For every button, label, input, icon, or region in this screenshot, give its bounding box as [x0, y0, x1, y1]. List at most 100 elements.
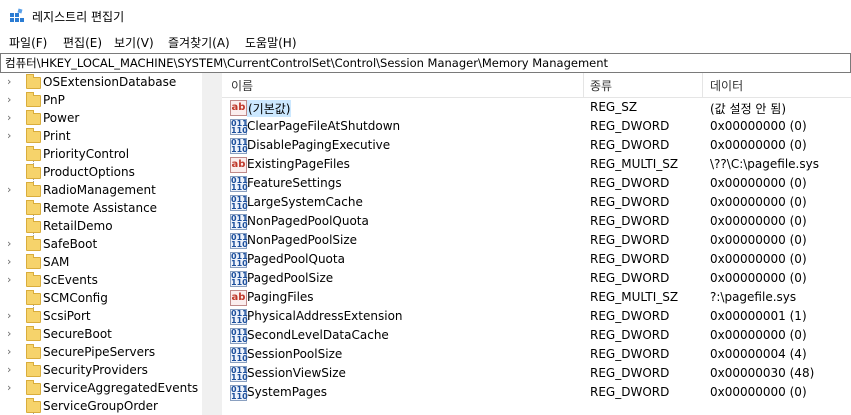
- chevron-right-icon[interactable]: ›: [7, 381, 11, 394]
- column-divider[interactable]: [702, 73, 703, 97]
- value-row[interactable]: 011 110 NonPagedPoolQuota REG_DWORD 0x000000…: [222, 212, 851, 231]
- value-row[interactable]: 011 110 PhysicalAddressExtension REG_DWORD 0…: [222, 307, 851, 326]
- folder-icon: [26, 128, 41, 143]
- value-name: SecondLevelDataCache: [247, 328, 389, 342]
- tree-item[interactable]: › PnP: [0, 92, 202, 110]
- value-row[interactable]: 011 110 DisablePagingExecutive REG_DWORD 0x0…: [222, 136, 851, 155]
- menu-view[interactable]: 보기(V): [114, 34, 154, 51]
- chevron-right-icon[interactable]: ›: [7, 363, 11, 376]
- value-data: 0x00000000 (0): [710, 176, 807, 190]
- chevron-right-icon[interactable]: ›: [7, 345, 11, 358]
- binary-value-icon: 011 110: [230, 119, 248, 135]
- value-name: ClearPageFileAtShutdown: [247, 119, 401, 133]
- chevron-right-icon[interactable]: ›: [7, 93, 11, 106]
- tree-item[interactable]: › ScsiPort: [0, 308, 202, 326]
- tree-item-label: ScEvents: [43, 273, 98, 287]
- tree-item[interactable]: Remote Assistance: [0, 200, 202, 218]
- tree-item[interactable]: › SAM: [0, 254, 202, 272]
- chevron-right-icon[interactable]: ›: [7, 129, 11, 142]
- value-row[interactable]: ab (기본값) REG_SZ (값 설정 안 됨): [222, 98, 851, 117]
- tree-item-label: SCMConfig: [43, 291, 108, 305]
- value-data: ?:\pagefile.sys: [710, 290, 797, 304]
- string-value-icon: ab: [230, 157, 247, 173]
- tree-item[interactable]: › SecurePipeServers: [0, 344, 202, 362]
- binary-value-icon: 011 110: [230, 138, 248, 154]
- binary-value-icon: 011 110: [230, 195, 248, 211]
- binary-value-icon: 011 110: [230, 309, 248, 325]
- pane-splitter[interactable]: [202, 73, 222, 415]
- tree-item[interactable]: › SecureBoot: [0, 326, 202, 344]
- value-row[interactable]: 011 110 SecondLevelDataCache REG_DWORD 0x000…: [222, 326, 851, 345]
- chevron-right-icon[interactable]: ›: [7, 255, 11, 268]
- value-data: 0x00000000 (0): [710, 138, 807, 152]
- value-row[interactable]: 011 110 ClearPageFileAtShutdown REG_DWORD 0x…: [222, 117, 851, 136]
- tree-item[interactable]: › SecurityProviders: [0, 362, 202, 380]
- value-data: 0x00000000 (0): [710, 252, 807, 266]
- values-list[interactable]: 이름 종류 데이터 ab (기본값) REG_SZ (값 설정 안 됨) 011 110 C…: [222, 73, 851, 415]
- tree-item[interactable]: › RadioManagement: [0, 182, 202, 200]
- tree-item[interactable]: › SafeBoot: [0, 236, 202, 254]
- chevron-right-icon[interactable]: ›: [7, 237, 11, 250]
- string-value-icon: ab: [230, 100, 247, 116]
- tree-item-label: ServiceGroupOrder: [43, 399, 158, 413]
- value-row[interactable]: 011 110 SessionPoolSize REG_DWORD 0x00000004…: [222, 345, 851, 364]
- binary-value-icon: 011 110: [230, 271, 248, 287]
- tree-item-label: RadioManagement: [43, 183, 156, 197]
- chevron-right-icon[interactable]: ›: [7, 111, 11, 124]
- tree-item[interactable]: › OSExtensionDatabase: [0, 74, 202, 92]
- tree-item[interactable]: › ScEvents: [0, 272, 202, 290]
- menu-file[interactable]: 파일(F): [9, 34, 47, 51]
- chevron-right-icon[interactable]: ›: [7, 273, 11, 286]
- column-data[interactable]: 데이터: [710, 77, 743, 94]
- value-row[interactable]: 011 110 SystemPages REG_DWORD 0x00000000 (0): [222, 383, 851, 402]
- value-data: 0x00000000 (0): [710, 119, 807, 133]
- title-bar: 레지스트리 편집기: [0, 0, 851, 31]
- tree-item[interactable]: › Power: [0, 110, 202, 128]
- tree-item[interactable]: RetailDemo: [0, 218, 202, 236]
- value-row[interactable]: ab PagingFiles REG_MULTI_SZ ?:\pagefile.sys: [222, 288, 851, 307]
- tree-item[interactable]: ServiceGroupOrder: [0, 398, 202, 415]
- column-divider[interactable]: [583, 73, 584, 97]
- menu-help[interactable]: 도움말(H): [245, 34, 297, 51]
- menu-edit[interactable]: 편집(E): [63, 34, 102, 51]
- value-row[interactable]: 011 110 LargeSystemCache REG_DWORD 0x0000000…: [222, 193, 851, 212]
- chevron-right-icon[interactable]: ›: [7, 327, 11, 340]
- value-data: 0x00000000 (0): [710, 233, 807, 247]
- value-type: REG_MULTI_SZ: [590, 290, 679, 304]
- tree-item[interactable]: ProductOptions: [0, 164, 202, 182]
- tree-item[interactable]: PriorityControl: [0, 146, 202, 164]
- value-data: 0x00000030 (48): [710, 366, 815, 380]
- menu-favorites[interactable]: 즐겨찾기(A): [168, 34, 230, 51]
- tree-item-label: RetailDemo: [43, 219, 113, 233]
- chevron-right-icon[interactable]: ›: [7, 309, 11, 322]
- tree-item-label: SecurityProviders: [43, 363, 148, 377]
- value-name: SystemPages: [247, 385, 328, 399]
- tree-item-label: ScsiPort: [43, 309, 91, 323]
- tree-item[interactable]: › Print: [0, 128, 202, 146]
- tree-item[interactable]: SCMConfig: [0, 290, 202, 308]
- value-row[interactable]: 011 110 PagedPoolQuota REG_DWORD 0x00000000 …: [222, 250, 851, 269]
- key-tree[interactable]: › OSExtensionDatabase › PnP › Power › Print Prio…: [0, 73, 202, 415]
- column-name[interactable]: 이름: [231, 77, 253, 94]
- value-row[interactable]: 011 110 FeatureSettings REG_DWORD 0x00000000…: [222, 174, 851, 193]
- chevron-right-icon[interactable]: ›: [7, 75, 11, 88]
- chevron-right-icon[interactable]: ›: [7, 183, 11, 196]
- folder-icon: [26, 272, 41, 287]
- address-bar[interactable]: 컴퓨터\HKEY_LOCAL_MACHINE\SYSTEM\CurrentCon…: [0, 53, 851, 73]
- value-row[interactable]: 011 110 SessionViewSize REG_DWORD 0x00000030…: [222, 364, 851, 383]
- value-name: PagingFiles: [247, 290, 314, 304]
- list-header: 이름 종류 데이터: [222, 73, 851, 98]
- binary-value-icon: 011 110: [230, 233, 248, 249]
- value-row[interactable]: ab ExistingPageFiles REG_MULTI_SZ \??\C:\pa…: [222, 155, 851, 174]
- value-data: 0x00000001 (1): [710, 309, 807, 323]
- tree-item[interactable]: › ServiceAggregatedEvents: [0, 380, 202, 398]
- address-path[interactable]: 컴퓨터\HKEY_LOCAL_MACHINE\SYSTEM\CurrentCon…: [5, 55, 608, 71]
- value-row[interactable]: 011 110 NonPagedPoolSize REG_DWORD 0x0000000…: [222, 231, 851, 250]
- value-row[interactable]: 011 110 PagedPoolSize REG_DWORD 0x00000000 (…: [222, 269, 851, 288]
- binary-value-icon: 011 110: [230, 328, 248, 344]
- column-type[interactable]: 종류: [590, 77, 612, 94]
- value-type: REG_DWORD: [590, 138, 670, 152]
- value-type: REG_SZ: [590, 100, 638, 114]
- menu-bar: 파일(F) 편집(E) 보기(V) 즐겨찾기(A) 도움말(H): [0, 31, 851, 53]
- folder-icon: [26, 380, 41, 395]
